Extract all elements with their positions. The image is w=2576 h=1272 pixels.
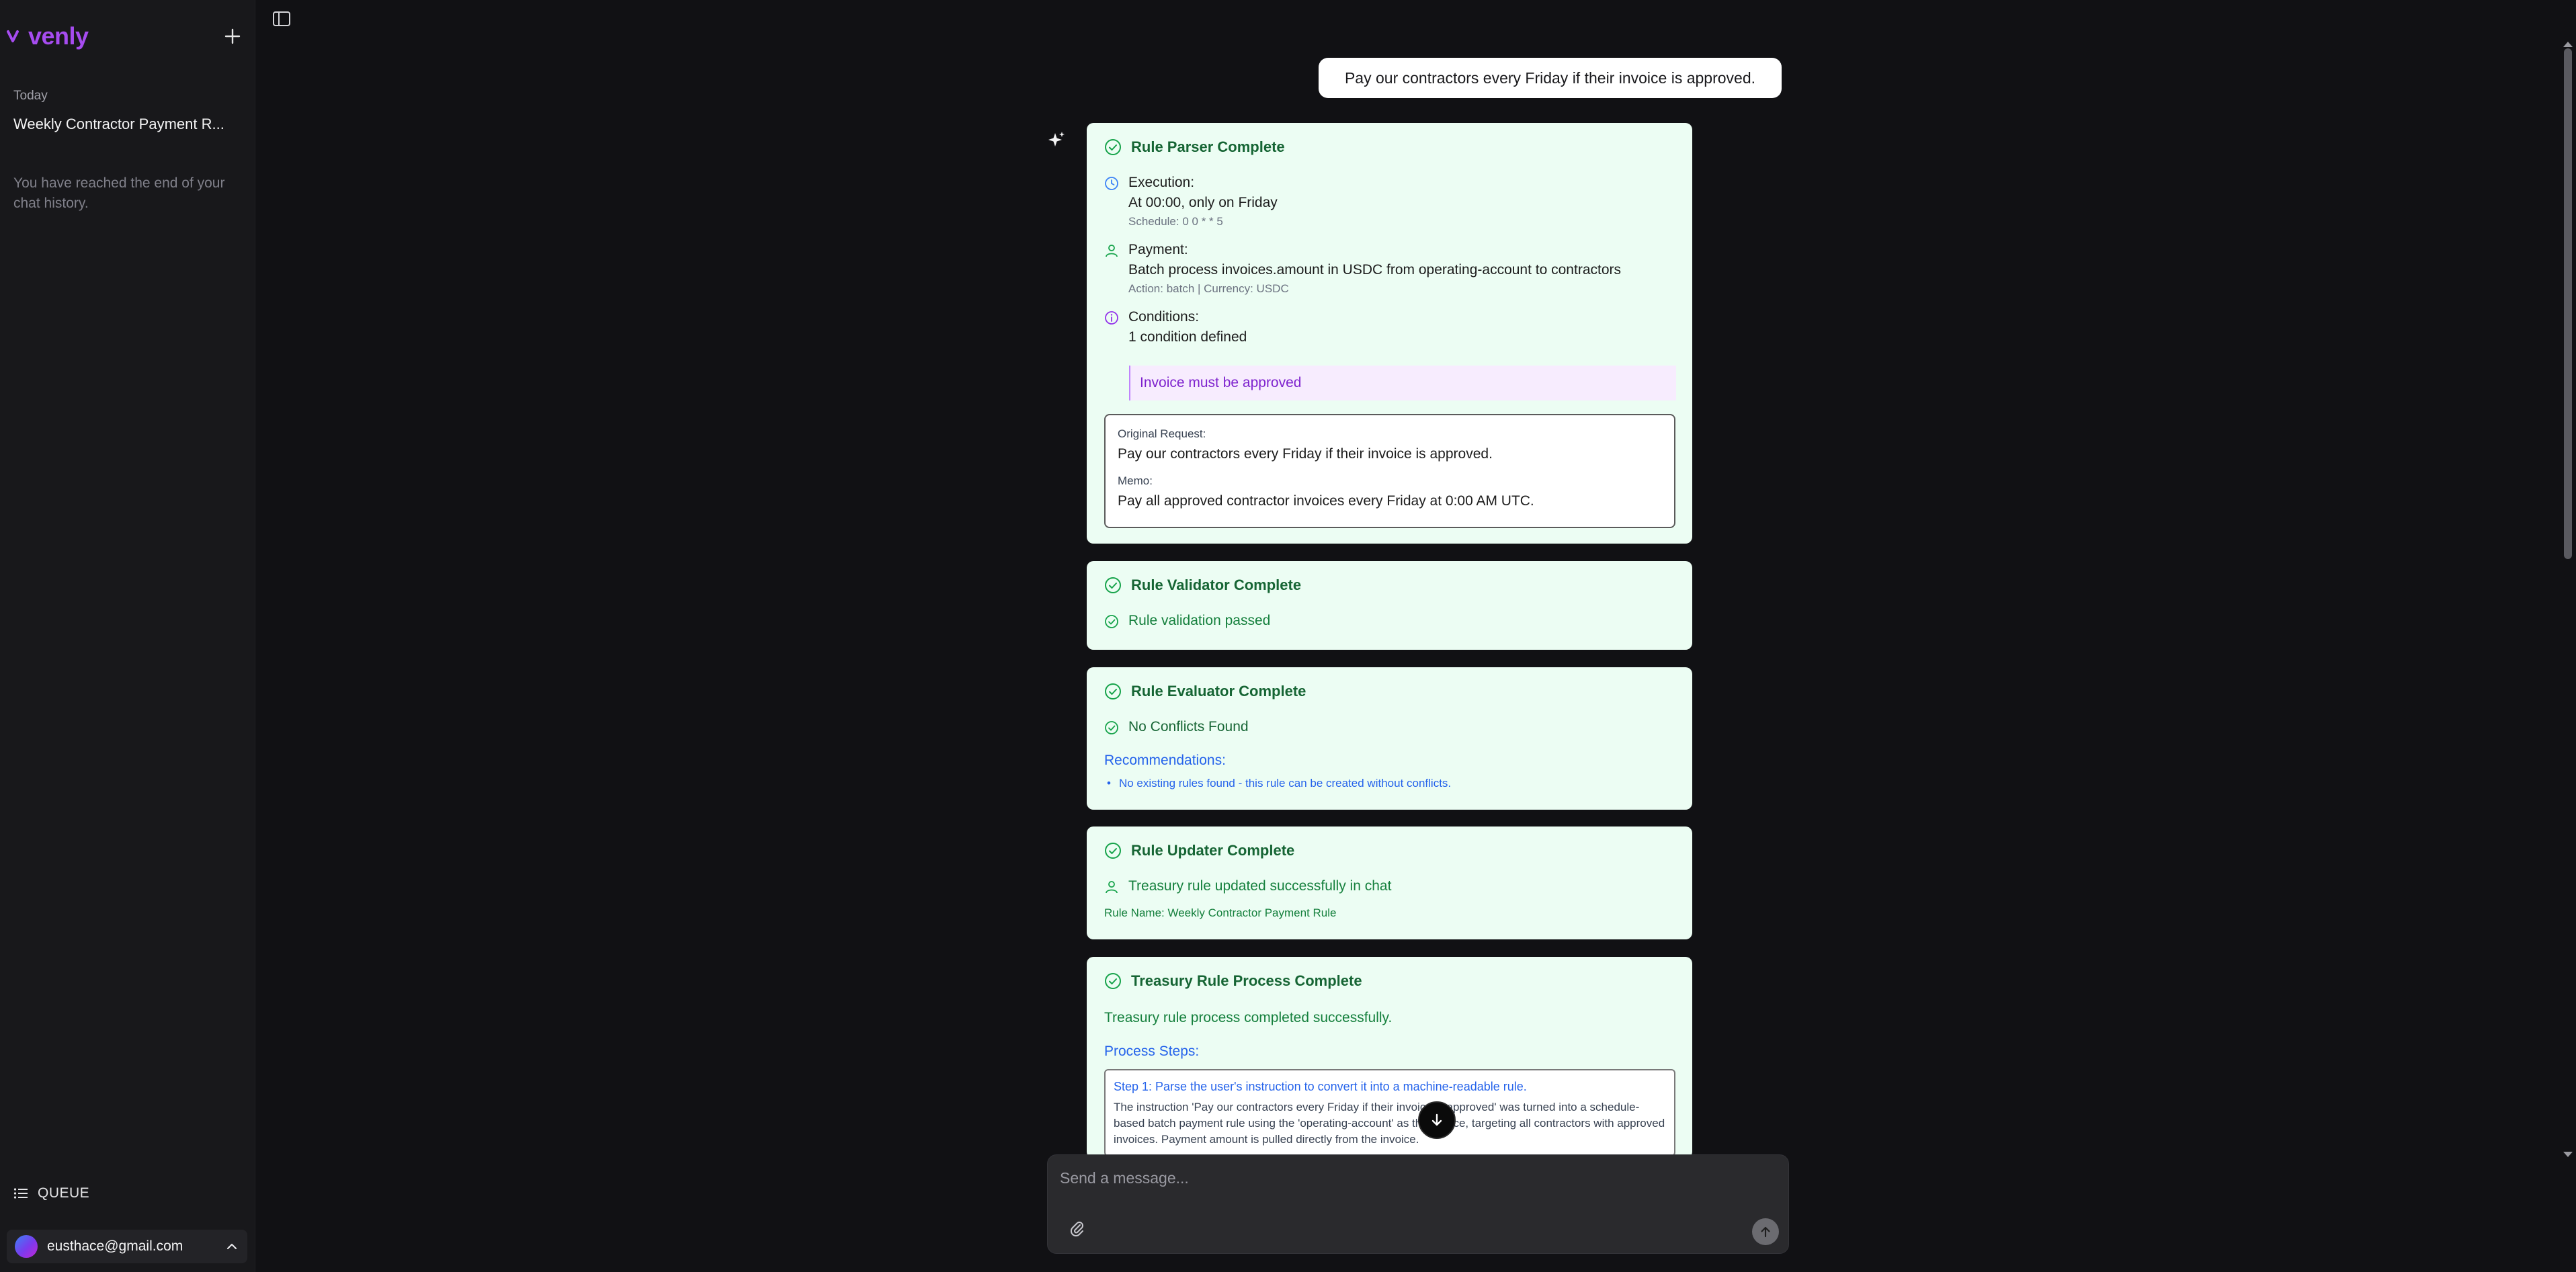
queue-button[interactable]: QUEUE xyxy=(13,1185,89,1201)
check-circle-icon xyxy=(1105,139,1121,155)
arrow-down-icon xyxy=(1431,1113,1442,1126)
step-title: Step 1: Parse the user's instruction to … xyxy=(1114,1080,1527,1093)
evaluator-status-row: No Conflicts Found xyxy=(1104,719,1675,735)
process-steps-label: Process Steps: xyxy=(1104,1044,1200,1059)
recommendation-item: • No existing rules found - this rule ca… xyxy=(1104,777,1675,790)
step-description: The instruction 'Pay our contractors eve… xyxy=(1114,1101,1665,1146)
original-request-label: Original Request: xyxy=(1118,427,1206,440)
scroll-down-arrow[interactable] xyxy=(2563,1152,2573,1157)
message-composer xyxy=(1047,1154,1789,1254)
scrollbar[interactable] xyxy=(2562,42,2574,1157)
clock-icon xyxy=(1105,177,1118,190)
chevron-up-icon xyxy=(226,1243,237,1250)
check-circle-icon xyxy=(1105,843,1121,859)
execution-label: Execution: xyxy=(1128,175,1195,190)
check-circle-icon xyxy=(1105,683,1121,699)
process-step: Step 1: Parse the user's instruction to … xyxy=(1104,1069,1675,1156)
check-circle-icon xyxy=(1105,721,1118,734)
validator-status: Rule validation passed xyxy=(1128,613,1271,628)
history-item[interactable]: Weekly Contractor Payment R... xyxy=(13,116,228,133)
arrow-up-icon xyxy=(1761,1226,1770,1238)
validator-title-row: Rule Validator Complete xyxy=(1104,577,1675,594)
info-icon xyxy=(1105,311,1118,325)
venly-logo[interactable]: venly xyxy=(7,22,89,51)
conditions-row: Conditions: 1 condition defined xyxy=(1104,309,1675,345)
user-message: Pay our contractors every Friday if thei… xyxy=(1319,58,1782,98)
avatar xyxy=(15,1235,38,1258)
send-button[interactable] xyxy=(1752,1218,1779,1245)
validator-title: Rule Validator Complete xyxy=(1131,577,1302,593)
user-menu[interactable]: eusthace@gmail.com xyxy=(7,1230,247,1263)
memo-text: Pay all approved contractor invoices eve… xyxy=(1118,493,1534,509)
rule-updater-card: Rule Updater Complete Treasury rule upda… xyxy=(1087,826,1692,939)
logo-text: venly xyxy=(28,22,89,50)
rule-name: Rule Name: Weekly Contractor Payment Rul… xyxy=(1104,906,1337,919)
queue-label: QUEUE xyxy=(38,1185,90,1201)
check-circle-icon xyxy=(1105,577,1121,593)
process-title-row: Treasury Rule Process Complete xyxy=(1104,972,1675,990)
plus-icon xyxy=(224,28,241,44)
updater-status: Treasury rule updated successfully in ch… xyxy=(1128,878,1392,894)
memo-label: Memo: xyxy=(1118,474,1153,487)
rule-evaluator-card: Rule Evaluator Complete No Conflicts Fou… xyxy=(1087,667,1692,810)
history-end-note: You have reached the end of your chat hi… xyxy=(13,175,225,211)
user-icon xyxy=(1106,245,1118,257)
execution-value: At 00:00, only on Friday xyxy=(1128,195,1278,210)
paperclip-icon[interactable] xyxy=(1068,1220,1087,1238)
rule-validator-card: Rule Validator Complete Rule validation … xyxy=(1087,561,1692,650)
user-icon xyxy=(1106,881,1118,894)
execution-row: Execution: At 00:00, only on Friday Sche… xyxy=(1104,175,1675,228)
sparkle-icon xyxy=(1048,132,1065,146)
payment-row: Payment: Batch process invoices.amount i… xyxy=(1104,242,1675,296)
check-circle-icon xyxy=(1105,615,1118,628)
parser-title: Rule Parser Complete xyxy=(1131,138,1285,155)
payment-value: Batch process invoices.amount in USDC fr… xyxy=(1128,262,1622,278)
conditions-value: 1 condition defined xyxy=(1128,329,1247,345)
conditions-label: Conditions: xyxy=(1128,309,1200,325)
recommendations-label: Recommendations: xyxy=(1104,753,1226,768)
payment-label: Payment: xyxy=(1128,242,1188,257)
history-section-today: Today xyxy=(13,89,48,103)
scroll-thumb[interactable] xyxy=(2564,48,2572,559)
venly-logo-icon xyxy=(7,30,19,42)
evaluator-status: No Conflicts Found xyxy=(1128,719,1249,734)
process-title: Treasury Rule Process Complete xyxy=(1131,972,1362,989)
bullet-icon: • xyxy=(1107,777,1111,790)
updater-title-row: Rule Updater Complete xyxy=(1104,842,1675,859)
message-input[interactable] xyxy=(1058,1164,1731,1191)
validator-status-row: Rule validation passed xyxy=(1104,613,1675,629)
recommendation-text: No existing rules found - this rule can … xyxy=(1118,777,1452,790)
new-chat-button[interactable] xyxy=(219,23,246,50)
evaluator-title: Rule Evaluator Complete xyxy=(1131,683,1306,699)
scroll-up-arrow[interactable] xyxy=(2563,42,2573,47)
scroll-to-bottom-button[interactable] xyxy=(1418,1101,1456,1139)
schedule-text: Schedule: 0 0 * * 5 xyxy=(1128,215,1223,228)
original-request-text: Pay our contractors every Friday if thei… xyxy=(1118,446,1493,462)
payment-meta: Action: batch | Currency: USDC xyxy=(1128,282,1289,295)
updater-title: Rule Updater Complete xyxy=(1131,842,1295,859)
user-email: eusthace@gmail.com xyxy=(47,1238,183,1254)
list-icon xyxy=(13,1188,28,1199)
original-request-box: Original Request: Pay our contractors ev… xyxy=(1104,414,1675,528)
evaluator-title-row: Rule Evaluator Complete xyxy=(1104,683,1675,700)
process-status: Treasury rule process completed successf… xyxy=(1104,1010,1393,1025)
sidebar: venly Today Weekly Contractor Payment R.… xyxy=(0,0,255,1272)
updater-status-row: Treasury rule updated successfully in ch… xyxy=(1104,878,1675,894)
check-circle-icon xyxy=(1105,973,1121,989)
condition-item: Invoice must be approved xyxy=(1129,366,1676,400)
parser-title-row: Rule Parser Complete xyxy=(1104,138,1675,156)
sidebar-toggle-icon[interactable] xyxy=(272,9,292,28)
